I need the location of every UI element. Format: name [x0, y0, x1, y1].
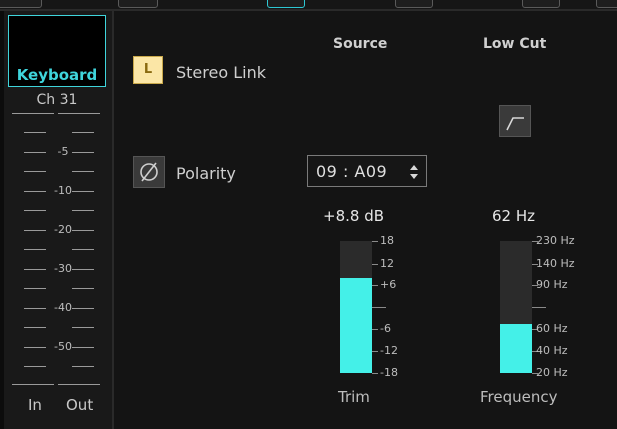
tab-6[interactable]	[596, 0, 617, 8]
scale-label: 18	[380, 234, 394, 247]
source-header: Source	[333, 36, 388, 52]
meter-tick	[24, 151, 46, 153]
channel-name: Keyboard	[16, 66, 98, 84]
meter-tick	[24, 210, 46, 211]
meter-tick	[24, 249, 46, 250]
meter-tick	[24, 229, 46, 231]
scale-tick	[372, 373, 378, 374]
meter-tick	[72, 210, 94, 211]
frequency-label: Frequency	[480, 388, 558, 406]
scale-label: 60 Hz	[536, 322, 568, 335]
meter-tick	[72, 190, 94, 192]
scale-center-tick	[532, 307, 546, 308]
meter-tick	[24, 171, 46, 172]
scale-center-tick	[372, 307, 386, 308]
scale-label: -18	[380, 366, 398, 379]
meter-tick	[24, 190, 46, 192]
meter-tick	[24, 346, 46, 348]
polarity-label: Polarity	[176, 164, 236, 183]
scale-tick	[372, 285, 378, 286]
meter-tick	[72, 132, 94, 133]
polarity-button[interactable]	[133, 156, 165, 188]
low-cut-button[interactable]	[499, 105, 531, 137]
tab-3-active[interactable]	[267, 0, 305, 8]
channel-strip-edge	[0, 11, 4, 429]
meter-bottom-line-out	[58, 384, 100, 385]
meter-scale-label: -40	[54, 300, 72, 314]
scale-label: +6	[380, 278, 397, 291]
meter-tick	[72, 249, 94, 250]
tab-1[interactable]	[0, 0, 42, 8]
scale-tick	[372, 264, 378, 265]
scale-label: 230 Hz	[536, 234, 575, 247]
scale-label: 20 Hz	[536, 366, 568, 379]
meter-bottom-line-in	[12, 384, 54, 385]
meter-tick	[24, 268, 46, 270]
trim-readout: +8.8 dB	[323, 207, 385, 225]
meter-tick	[72, 229, 94, 231]
meter-tick	[72, 327, 94, 328]
meter-tick	[24, 307, 46, 309]
spinner-arrows-icon	[410, 165, 418, 179]
frequency-readout: 62 Hz	[492, 207, 536, 225]
meter-tick	[72, 171, 94, 172]
meter-tick	[24, 132, 46, 133]
frequency-fader-level	[500, 324, 532, 373]
tab-5[interactable]	[522, 0, 560, 8]
meter-in-label: In	[28, 396, 42, 414]
meter-tick	[72, 307, 94, 309]
scale-label: -6	[380, 322, 391, 335]
meter-scale-label: -20	[54, 222, 72, 236]
meter-tick	[72, 366, 94, 367]
meter-scale-label: -50	[54, 339, 72, 353]
meter-tick	[24, 366, 46, 367]
scale-tick	[372, 351, 378, 352]
tab-2[interactable]	[118, 0, 158, 8]
channel-number: Ch 31	[36, 92, 78, 108]
meter-tick	[72, 151, 94, 153]
scale-tick	[372, 241, 378, 242]
meter-tick	[72, 268, 94, 270]
meter-top-line-out	[58, 113, 100, 114]
meter-scale-label: -30	[54, 261, 72, 275]
trim-label: Trim	[338, 388, 370, 406]
meter-tick	[24, 288, 46, 289]
scale-label: 40 Hz	[536, 344, 568, 357]
meter-out-label: Out	[66, 396, 94, 414]
scale-label: 90 Hz	[536, 278, 568, 291]
low-cut-header: Low Cut	[483, 36, 547, 52]
source-select-value: 09 : A09	[316, 162, 388, 181]
scale-tick	[372, 329, 378, 330]
meter-top-line-in	[12, 113, 54, 114]
source-select[interactable]: 09 : A09	[307, 155, 427, 187]
stereo-link-label: Stereo Link	[176, 63, 266, 82]
polarity-invert-icon	[140, 162, 158, 182]
scale-label: 140 Hz	[536, 257, 575, 270]
trim-fader-level	[340, 278, 372, 373]
meter-tick	[24, 327, 46, 328]
meter-scale-label: -10	[54, 183, 72, 197]
tab-4[interactable]	[395, 0, 433, 8]
meter-tick	[72, 288, 94, 289]
high-pass-filter-icon	[506, 117, 524, 131]
meter-tick	[72, 346, 94, 348]
stereo-link-button[interactable]: L	[133, 56, 163, 84]
scale-label: 12	[380, 257, 394, 270]
meter-scale-label: -5	[57, 144, 69, 158]
scale-label: -12	[380, 344, 398, 357]
